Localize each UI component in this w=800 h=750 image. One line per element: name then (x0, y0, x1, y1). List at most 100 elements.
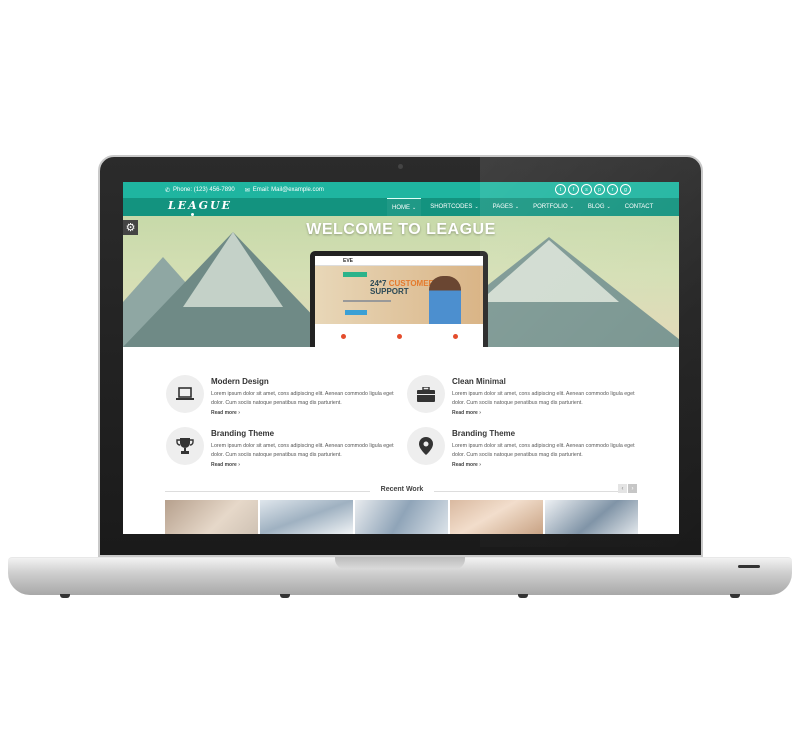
feature-desc: Lorem ipsum dolor sit amet, cons adipisc… (452, 391, 635, 406)
feature-title: Branding Theme (211, 429, 275, 438)
mountain-snow (479, 240, 619, 302)
laptop-foot (60, 594, 70, 598)
read-more-label: Read more (211, 462, 237, 468)
mockup-feature (396, 333, 402, 339)
nav-item-blog[interactable]: BLOG ⌄ (583, 198, 616, 216)
feature-title: Branding Theme (452, 429, 516, 438)
mockup-headline: 24*7 CUSTOMER SUPPORT (370, 280, 434, 296)
facebook-icon[interactable]: f (568, 184, 579, 195)
skype-icon[interactable]: s (581, 184, 592, 195)
chevron-left-icon[interactable]: ‹ (618, 484, 627, 493)
mockup-hero: 24*7 CUSTOMER SUPPORT (315, 266, 483, 324)
mockup-dot-icon (340, 333, 346, 339)
pinterest-icon[interactable]: p (594, 184, 605, 195)
chevron-down-icon: ⌄ (474, 204, 479, 210)
nav-item-shortcodes[interactable]: SHORTCODES ⌄ (425, 198, 483, 216)
read-more-label: Read more (452, 462, 478, 468)
read-more-link[interactable]: Read more › (211, 410, 240, 416)
feature-desc: Lorem ipsum dolor sit amet, cons adipisc… (452, 443, 635, 458)
phone-text: Phone: (123) 456-7890 (173, 187, 235, 193)
feature-desc: Lorem ipsum dolor sit amet, cons adipisc… (211, 391, 394, 406)
map-pin-icon (407, 427, 445, 465)
nav-label: CONTACT (624, 204, 654, 210)
mockup-logo: EVE (343, 257, 354, 264)
mockup-headline-word: SUPPORT (370, 287, 409, 296)
hero-title: WELCOME TO LEAGUE (306, 221, 496, 238)
mockup-person-image (429, 276, 461, 324)
website-screen: ✆ Phone: (123) 456-7890 ✉ Email: Mail@ex… (123, 182, 679, 534)
mockup-text-line (343, 300, 391, 302)
read-more-label: Read more (452, 410, 478, 416)
chevron-right-icon: › (238, 410, 240, 416)
mockup-dot-icon (452, 333, 458, 339)
divider (434, 491, 619, 492)
google-plus-icon[interactable]: g (620, 184, 631, 195)
carousel-controls: ‹ › (618, 484, 637, 493)
read-more-link[interactable]: Read more › (452, 410, 481, 416)
nav-label: PORTFOLIO (533, 204, 568, 210)
nav-item-portfolio[interactable]: PORTFOLIO ⌄ (528, 198, 579, 216)
rss-icon[interactable]: r (607, 184, 618, 195)
site-logo[interactable]: LEAGUE (168, 199, 232, 212)
nav-item-home[interactable]: HOME ⌄ (387, 198, 422, 216)
top-bar: ✆ Phone: (123) 456-7890 ✉ Email: Mail@ex… (123, 182, 679, 198)
chevron-right-icon: › (479, 410, 481, 416)
chevron-right-icon: › (479, 462, 481, 468)
mockup-feature (452, 333, 458, 339)
main-menu: HOME ⌄ SHORTCODES ⌄ PAGES ⌄ PORTFOLIO ⌄ BLOG… (387, 198, 662, 216)
nav-label: PAGES (492, 204, 513, 210)
recent-work-gallery (165, 500, 638, 534)
email-text[interactable]: Email: Mail@example.com (253, 187, 324, 193)
laptop-foot (280, 594, 290, 598)
nav-label: BLOG (587, 204, 605, 210)
social-links: t f s p r g (555, 184, 631, 195)
portfolio-thumbnail[interactable] (165, 500, 258, 534)
mockup-nav: EVE (315, 256, 483, 266)
twitter-icon[interactable]: t (555, 184, 566, 195)
chevron-down-icon: ⌄ (569, 204, 574, 210)
phone-icon: ✆ (165, 187, 171, 194)
read-more-link[interactable]: Read more › (452, 462, 481, 468)
briefcase-icon (407, 375, 445, 413)
chevron-right-icon: › (238, 462, 240, 468)
recent-work-title: Recent Work (380, 486, 424, 493)
chevron-down-icon: ⌄ (606, 204, 611, 210)
chevron-down-icon: ⌄ (514, 204, 520, 210)
divider (165, 491, 370, 492)
phone-contact: ✆ Phone: (123) 456-7890 (165, 187, 235, 194)
mockup-button (343, 272, 367, 277)
nav-label: SHORTCODES (430, 204, 473, 210)
chevron-right-icon[interactable]: › (628, 484, 637, 493)
laptop-foot (518, 594, 528, 598)
read-more-link[interactable]: Read more › (211, 462, 240, 468)
nav-label: HOME (392, 204, 410, 211)
portfolio-thumbnail[interactable] (260, 500, 353, 534)
mockup-features (315, 325, 483, 347)
email-contact[interactable]: ✉ Email: Mail@example.com (245, 187, 324, 194)
trophy-icon (166, 427, 204, 465)
laptop-icon (166, 375, 204, 413)
read-more-label: Read more (211, 410, 237, 416)
mockup-feature (340, 333, 346, 339)
nav-item-contact[interactable]: CONTACT (620, 198, 659, 216)
main-navbar: LEAGUE HOME ⌄ SHORTCODES ⌄ PAGES ⌄ PORTFOLI… (123, 198, 679, 216)
mockup-button (345, 310, 367, 315)
monitor-screen: EVE 24*7 CUSTOMER SUPPORT (315, 256, 483, 347)
mockup-dot-icon (396, 333, 402, 339)
laptop-foot (730, 594, 740, 598)
portfolio-thumbnail[interactable] (545, 500, 638, 534)
hero-banner: ⚙ WELCOME TO LEAGUE EVE 24*7 CUSTOMER SU… (123, 216, 679, 347)
monitor-mockup: EVE 24*7 CUSTOMER SUPPORT (310, 251, 488, 347)
mountain-snow (183, 232, 283, 307)
feature-title: Modern Design (211, 377, 269, 386)
nav-item-pages[interactable]: PAGES ⌄ (488, 198, 524, 216)
feature-title: Clean Minimal (452, 377, 506, 386)
portfolio-thumbnail[interactable] (450, 500, 543, 534)
laptop-notch (335, 557, 465, 569)
feature-desc: Lorem ipsum dolor sit amet, cons adipisc… (211, 443, 394, 458)
webcam (398, 164, 403, 169)
mail-icon: ✉ (244, 187, 250, 194)
laptop-slot (738, 565, 760, 568)
portfolio-thumbnail[interactable] (355, 500, 448, 534)
chevron-down-icon: ⌄ (412, 204, 417, 211)
